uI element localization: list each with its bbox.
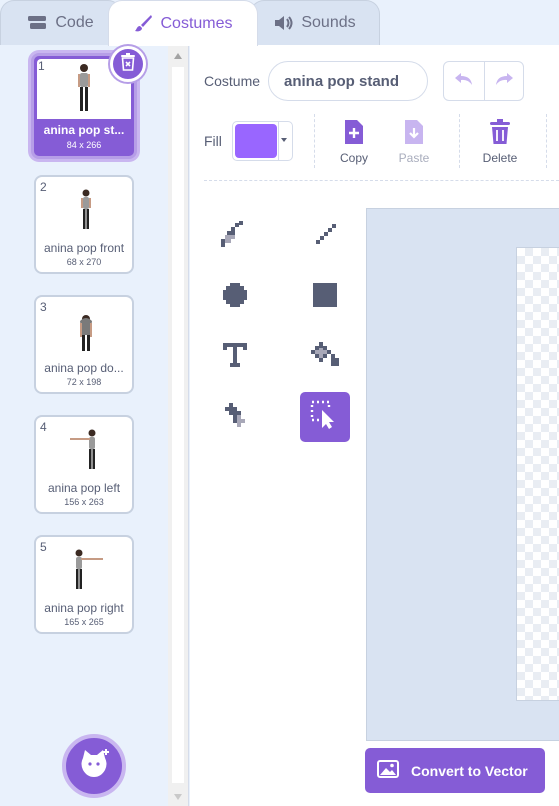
line-tool[interactable] [300, 212, 350, 262]
text-tool[interactable] [210, 332, 260, 382]
tab-code-label: Code [55, 14, 94, 31]
costume-name: anina pop right [44, 601, 124, 615]
convert-to-vector-button[interactable]: Convert to Vector [365, 748, 545, 793]
brush-tool[interactable] [210, 212, 260, 262]
fill-divider [278, 122, 279, 160]
costume-figure-image [81, 189, 91, 229]
tab-costumes[interactable]: Costumes [108, 0, 258, 46]
costume-number: 1 [38, 59, 45, 73]
costume-figure-image [78, 64, 90, 111]
fill-label: Fill [204, 133, 222, 149]
circle-icon [222, 282, 248, 313]
paintbrush-icon [133, 14, 153, 34]
fill-tool[interactable] [300, 332, 350, 382]
toolbar-divider [459, 114, 460, 168]
costume-size: 165 x 265 [64, 617, 104, 627]
drawing-canvas[interactable] [516, 247, 559, 701]
tab-code[interactable]: Code [0, 0, 122, 45]
costume-item-5[interactable]: 5 anina pop right 165 x 265 [34, 535, 134, 634]
costume-figure-image [80, 315, 92, 351]
brush-icon [219, 220, 251, 254]
cat-add-icon [77, 748, 111, 785]
scroll-up-arrow[interactable] [174, 53, 182, 59]
undo-icon [454, 72, 474, 91]
convert-to-vector-label: Convert to Vector [411, 762, 528, 779]
delete-costume-button[interactable] [110, 46, 146, 82]
trash-icon [120, 52, 136, 76]
redo-button[interactable] [483, 62, 524, 100]
select-tool[interactable] [300, 392, 350, 442]
scroll-down-arrow[interactable] [174, 794, 182, 800]
delete-label: Delete [482, 151, 518, 165]
speaker-icon [274, 15, 294, 31]
select-icon [310, 400, 340, 435]
costume-number: 4 [40, 420, 47, 434]
eraser-icon [219, 401, 251, 434]
tab-sounds[interactable]: Sounds [250, 0, 380, 45]
copy-icon [324, 118, 384, 146]
undo-button[interactable] [444, 62, 484, 100]
toolbar-divider [314, 114, 315, 168]
fill-color-picker[interactable] [232, 121, 293, 161]
tab-sounds-label: Sounds [301, 14, 356, 31]
chevron-down-icon [281, 138, 287, 142]
rectangle-icon [312, 282, 338, 313]
rectangle-tool[interactable] [300, 272, 350, 322]
costume-name: anina pop front [43, 241, 125, 255]
costume-size: 84 x 266 [66, 140, 102, 150]
line-icon [312, 222, 338, 253]
redo-icon [494, 72, 514, 91]
copy-label: Copy [339, 151, 368, 165]
costume-number: 3 [40, 300, 47, 314]
choose-costume-button[interactable] [62, 734, 126, 798]
costume-label: Costume [204, 73, 261, 89]
circle-tool[interactable] [210, 272, 260, 322]
costume-number: 5 [40, 540, 47, 554]
costume-item-3[interactable]: 3 anina pop do... 72 x 198 [34, 295, 134, 394]
paste-button[interactable]: Paste [384, 118, 444, 165]
costume-item-4[interactable]: 4 anina pop left 156 x 263 [34, 415, 134, 514]
toolbar-divider [546, 114, 547, 168]
costume-number: 2 [40, 180, 47, 194]
copy-button[interactable]: Copy [324, 118, 384, 165]
costume-figure-image [70, 429, 96, 469]
costume-name: anina pop left [47, 481, 121, 495]
costume-name-input[interactable]: anina pop stand [268, 61, 428, 101]
delete-button[interactable]: Delete [470, 118, 530, 165]
toolbar-divider-horizontal [204, 180, 559, 181]
fill-bucket-icon [309, 340, 341, 375]
costume-item-2[interactable]: 2 anina pop front 68 x 270 [34, 175, 134, 274]
image-icon [377, 760, 399, 781]
text-icon [222, 342, 248, 373]
scrollbar-thumb[interactable] [172, 67, 184, 783]
tab-costumes-label: Costumes [160, 14, 233, 32]
costume-list-scrollbar[interactable] [168, 45, 188, 806]
paste-label: Paste [398, 151, 430, 165]
trash-icon [470, 118, 530, 146]
editor-tab-bar: Code Costumes Sounds [0, 0, 559, 46]
fill-color-swatch [235, 124, 277, 158]
costume-size: 72 x 198 [66, 377, 102, 387]
paste-icon [384, 118, 444, 146]
costume-size: 68 x 270 [66, 257, 102, 267]
code-blocks-icon [28, 16, 48, 30]
costume-name: anina pop do... [44, 361, 124, 375]
undo-redo-group [443, 61, 524, 101]
costume-figure-image [75, 549, 103, 589]
costume-name: anina pop st... [43, 123, 125, 137]
eraser-tool[interactable] [210, 392, 260, 442]
costume-size: 156 x 263 [64, 497, 104, 507]
